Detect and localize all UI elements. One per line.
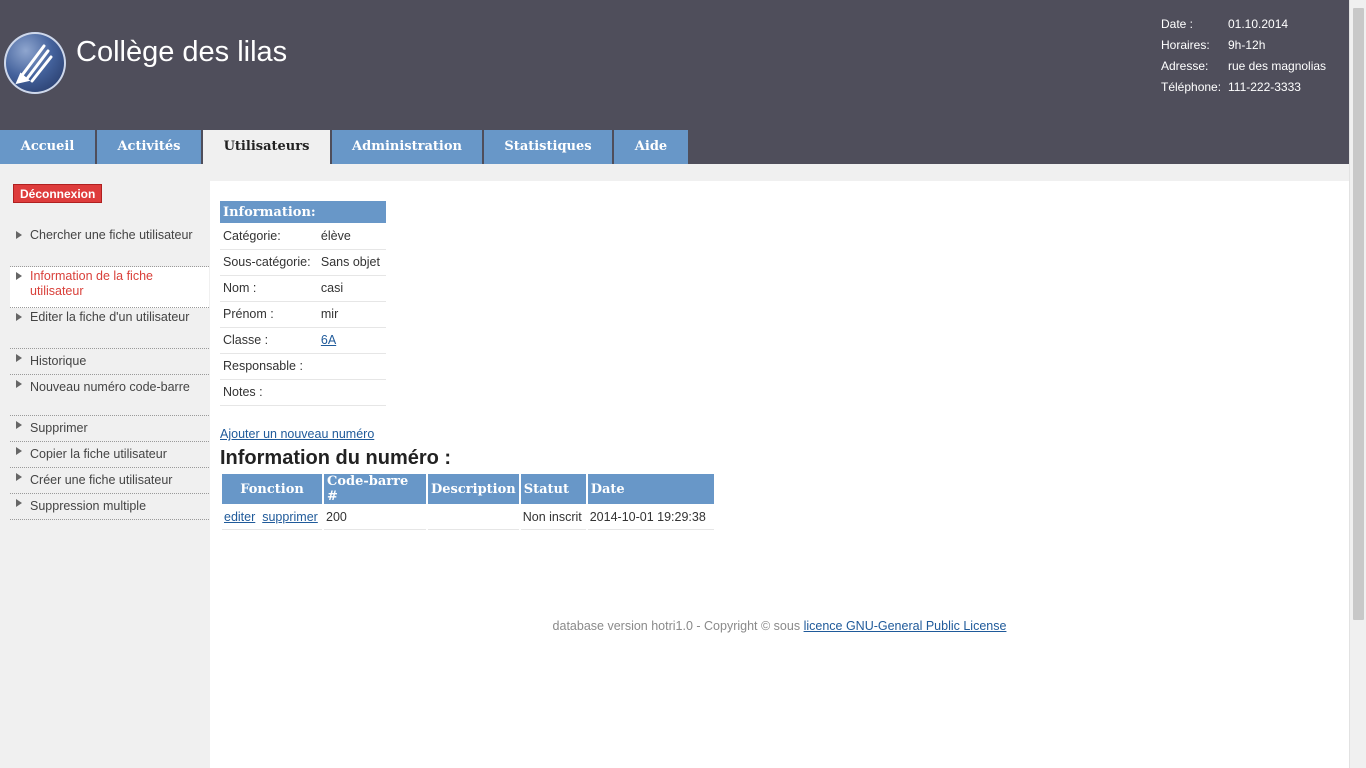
arrow-right-icon [16, 473, 22, 481]
info-date: Date : 01.10.2014 [1161, 14, 1326, 35]
main-content: Information: Catégorie: élève Sous-catégo… [210, 181, 1349, 768]
field-label: Responsable : [220, 353, 318, 380]
status-cell: Non inscrit [520, 504, 586, 530]
sidebar-item-label: Copier la fiche utilisateur [30, 447, 167, 461]
field-label: Prénom : [220, 301, 318, 328]
col-header-date: Date [587, 474, 714, 504]
arrow-right-icon [16, 499, 22, 507]
sidebar-item-label: Information de la fiche utilisateur [30, 269, 153, 298]
info-value: 01.10.2014 [1228, 17, 1289, 31]
edit-link[interactable]: editer [224, 510, 255, 524]
number-section-title: Information du numéro : [220, 447, 452, 469]
info-value: rue des magnolias [1228, 59, 1327, 73]
tab-utilisateurs[interactable]: Utilisateurs [203, 130, 330, 164]
sidebar-item-label: Suppression multiple [30, 499, 147, 513]
info-hours: Horaires: 9h-12h [1161, 35, 1326, 56]
field-value: casi [317, 275, 386, 302]
arrow-right-icon [16, 380, 22, 388]
site-title: Collège des lilas [76, 36, 288, 68]
pencil-logo-icon [4, 32, 66, 94]
field-label: Nom : [220, 275, 318, 302]
info-address: Adresse: rue des magnolias [1161, 56, 1326, 77]
sidebar-item-label: Historique [30, 354, 87, 368]
sidebar-item-nouveau-numero[interactable]: Nouveau numéro code-barre [10, 375, 209, 416]
sidebar: Déconnexion Chercher une fiche utilisate… [0, 164, 210, 768]
sidebar-item-label: Chercher une fiche utilisateur [30, 228, 193, 242]
table-row: editer supprimer 200 Non inscrit 2014-10… [222, 504, 714, 530]
col-header-fonction: Fonction [222, 474, 322, 504]
field-label: Notes : [220, 379, 318, 406]
tab-administration[interactable]: Administration [332, 130, 482, 164]
sidebar-item-creer[interactable]: Créer une fiche utilisateur [10, 468, 209, 494]
sidebar-item-supprimer[interactable]: Supprimer [10, 416, 209, 442]
field-label: Classe : [220, 327, 318, 354]
table-header-row: Fonction Code-barre # Description Statut… [222, 474, 714, 504]
sidebar-item-label: Supprimer [30, 421, 88, 435]
delete-link[interactable]: supprimer [262, 510, 318, 524]
info-phone: Téléphone: 111-222-3333 [1161, 77, 1326, 98]
info-label: Téléphone: [1161, 80, 1222, 94]
tab-statistiques[interactable]: Statistiques [484, 130, 612, 164]
sidebar-item-label: Créer une fiche utilisateur [30, 473, 173, 487]
scrollbar-thumb[interactable] [1353, 8, 1364, 620]
footer-text: database version hotri1.0 - Copyright © … [552, 619, 804, 633]
logout-button[interactable]: Déconnexion [13, 184, 103, 203]
tab-activites[interactable]: Activités [97, 130, 201, 164]
arrow-right-icon [16, 313, 22, 321]
field-label: Catégorie: [220, 223, 318, 250]
footer: database version hotri1.0 - Copyright © … [210, 619, 1349, 633]
field-value [317, 379, 386, 406]
description-cell [428, 504, 519, 530]
table-row: Catégorie: élève [220, 223, 386, 250]
sidebar-item-label: Editer la fiche d'un utilisateur [30, 310, 190, 324]
user-info-table: Information: Catégorie: élève Sous-catégo… [220, 201, 386, 406]
arrow-right-icon [16, 447, 22, 455]
sidebar-item-historique[interactable]: Historique [10, 349, 209, 375]
col-header-statut: Statut [520, 474, 586, 504]
sidebar-item-editer[interactable]: Editer la fiche d'un utilisateur [10, 308, 209, 349]
table-row: Notes : [220, 379, 386, 406]
sidebar-menu: Chercher une fiche utilisateur Informati… [10, 226, 209, 520]
info-label: Adresse: [1161, 59, 1209, 73]
sidebar-item-chercher[interactable]: Chercher une fiche utilisateur [10, 226, 209, 267]
arrow-right-icon [16, 231, 22, 239]
license-link[interactable]: licence GNU-General Public License [804, 619, 1007, 633]
field-value [317, 353, 386, 380]
field-value: élève [317, 223, 386, 250]
class-link[interactable]: 6A [321, 333, 336, 347]
tab-aide[interactable]: Aide [614, 130, 688, 164]
arrow-right-icon [16, 421, 22, 429]
arrow-right-icon [16, 354, 22, 362]
col-header-description: Description [428, 474, 519, 504]
page-scrollbar[interactable] [1349, 0, 1366, 768]
number-table: Fonction Code-barre # Description Statut… [220, 474, 716, 530]
sidebar-item-information[interactable]: Information de la fiche utilisateur [10, 267, 209, 308]
date-cell: 2014-10-01 19:29:38 [587, 504, 714, 530]
info-table-header: Information: [220, 201, 386, 223]
table-row: Responsable : [220, 353, 386, 380]
sidebar-item-suppression-multiple[interactable]: Suppression multiple [10, 494, 209, 520]
field-value: Sans objet [317, 249, 386, 276]
table-row: Nom : casi [220, 275, 386, 302]
add-number-link[interactable]: Ajouter un nouveau numéro [220, 427, 374, 441]
school-info: Date : 01.10.2014 Horaires: 9h-12h Adresse… [1161, 14, 1326, 98]
table-row: Classe :6A [220, 327, 386, 354]
arrow-right-icon [16, 272, 22, 280]
sidebar-item-label: Nouveau numéro code-barre [30, 380, 190, 394]
col-header-barcode: Code-barre # [324, 474, 426, 504]
table-row: Sous-catégorie: Sans objet [220, 249, 386, 276]
info-value: 9h-12h [1228, 38, 1266, 52]
table-row: Prénom : mir [220, 301, 386, 328]
info-label: Horaires: [1161, 38, 1210, 52]
tab-accueil[interactable]: Accueil [0, 130, 95, 164]
info-value: 111-222-3333 [1228, 80, 1301, 94]
field-label: Sous-catégorie: [220, 249, 318, 276]
header: Collège des lilas Date : 01.10.2014 Horai… [0, 0, 1349, 164]
sidebar-item-copier[interactable]: Copier la fiche utilisateur [10, 442, 209, 468]
barcode-cell: 200 [324, 504, 426, 530]
info-label: Date : [1161, 17, 1194, 31]
field-value: mir [317, 301, 386, 328]
